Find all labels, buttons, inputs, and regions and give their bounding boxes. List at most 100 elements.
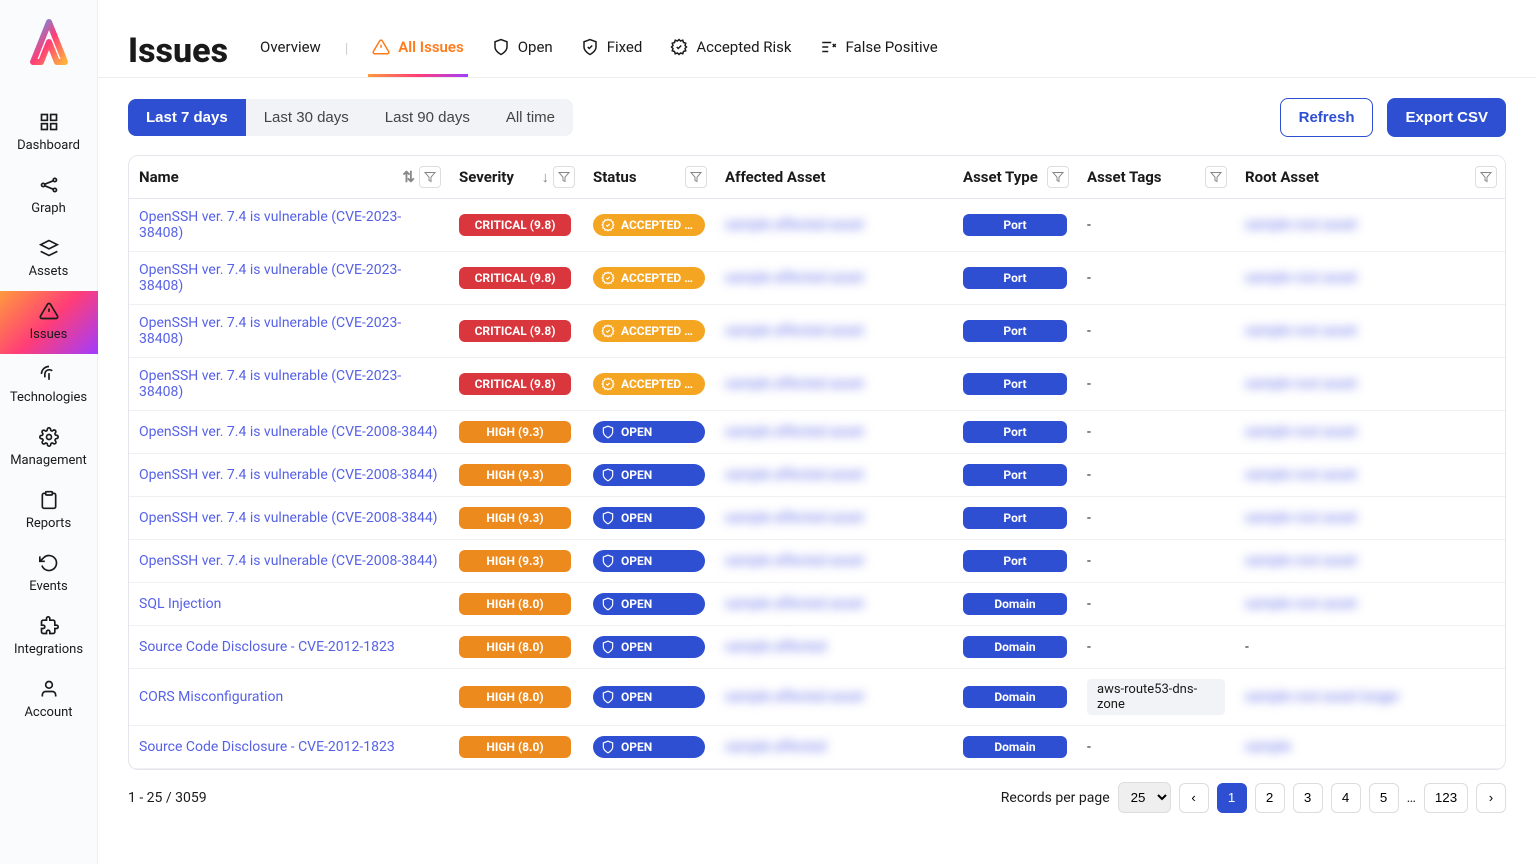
table-row[interactable]: OpenSSH ver. 7.4 is vulnerable (CVE-2023…	[129, 305, 1505, 358]
table-row[interactable]: OpenSSH ver. 7.4 is vulnerable (CVE-2023…	[129, 199, 1505, 252]
sort-icon[interactable]: ⇅	[402, 168, 415, 186]
asset-type-badge: Port	[963, 320, 1067, 342]
table-row[interactable]: SQL Injection HIGH (8.0) OPEN sample aff…	[129, 583, 1505, 626]
table-row[interactable]: OpenSSH ver. 7.4 is vulnerable (CVE-2023…	[129, 358, 1505, 411]
issue-link[interactable]: OpenSSH ver. 7.4 is vulnerable (CVE-2023…	[139, 315, 401, 347]
page-2[interactable]: 2	[1255, 783, 1285, 813]
page-prev[interactable]: ‹	[1179, 783, 1209, 813]
page-5[interactable]: 5	[1369, 783, 1399, 813]
page-next[interactable]: ›	[1476, 783, 1506, 813]
root-asset-cell: sample root asset	[1235, 454, 1505, 497]
tab-accepted-risk[interactable]: Accepted Risk	[666, 24, 795, 77]
issue-link[interactable]: OpenSSH ver. 7.4 is vulnerable (CVE-2008…	[139, 510, 438, 526]
table-row[interactable]: OpenSSH ver. 7.4 is vulnerable (CVE-2008…	[129, 411, 1505, 454]
page-1[interactable]: 1	[1217, 783, 1247, 813]
issue-link[interactable]: Source Code Disclosure - CVE-2012-1823	[139, 739, 395, 755]
table-row[interactable]: OpenSSH ver. 7.4 is vulnerable (CVE-2008…	[129, 497, 1505, 540]
tab-open[interactable]: Open	[488, 24, 557, 77]
tab-fixed[interactable]: Fixed	[577, 24, 647, 77]
asset-tags-cell: -	[1077, 454, 1235, 497]
table-row[interactable]: Source Code Disclosure - CVE-2012-1823 H…	[129, 726, 1505, 769]
graph-icon	[39, 175, 59, 195]
issue-link[interactable]: Source Code Disclosure - CVE-2012-1823	[139, 639, 395, 655]
sort-desc-icon[interactable]: ↓	[542, 168, 550, 186]
puzzle-icon	[39, 616, 59, 636]
col-root-asset[interactable]: Root Asset	[1235, 156, 1505, 199]
time-filter: Last 7 days Last 30 days Last 90 days Al…	[128, 99, 573, 136]
col-label: Root Asset	[1245, 168, 1319, 186]
app-logo	[25, 18, 73, 72]
status-badge: OPEN	[593, 550, 705, 572]
root-asset-blurred: sample root asset	[1245, 424, 1357, 440]
time-filter-30d[interactable]: Last 30 days	[246, 99, 367, 136]
page-last[interactable]: 123	[1424, 783, 1468, 813]
filter-icon[interactable]	[685, 166, 707, 188]
nav-events[interactable]: Events	[0, 543, 98, 606]
filter-icon[interactable]	[1475, 166, 1497, 188]
issue-link[interactable]: OpenSSH ver. 7.4 is vulnerable (CVE-2023…	[139, 209, 401, 241]
issue-link[interactable]: SQL Injection	[139, 596, 221, 612]
col-affected-asset[interactable]: Affected Asset	[715, 156, 953, 199]
time-filter-7d[interactable]: Last 7 days	[128, 99, 246, 136]
time-filter-all[interactable]: All time	[488, 99, 573, 136]
nav-issues[interactable]: Issues	[0, 291, 98, 354]
col-severity[interactable]: Severity↓	[449, 156, 583, 199]
filter-icon[interactable]	[1047, 166, 1069, 188]
nav-reports[interactable]: Reports	[0, 480, 98, 543]
refresh-button[interactable]: Refresh	[1280, 98, 1374, 137]
issues-table: Name⇅ Severity↓ Status Affected Asset As…	[128, 155, 1506, 770]
root-asset-cell: sample root asset	[1235, 411, 1505, 454]
tab-overview[interactable]: Overview	[256, 24, 325, 77]
asset-tags-cell: -	[1077, 252, 1235, 305]
status-badge: OPEN	[593, 593, 705, 615]
root-asset-blurred: sample	[1245, 739, 1291, 755]
page-4[interactable]: 4	[1331, 783, 1361, 813]
root-asset-cell: -	[1235, 626, 1505, 669]
affected-asset-blurred: sample affected asset	[725, 323, 864, 339]
table-row[interactable]: OpenSSH ver. 7.4 is vulnerable (CVE-2008…	[129, 540, 1505, 583]
col-asset-tags[interactable]: Asset Tags	[1077, 156, 1235, 199]
nav-management[interactable]: Management	[0, 417, 98, 480]
page-3[interactable]: 3	[1293, 783, 1323, 813]
asset-tags-cell: -	[1077, 626, 1235, 669]
shield-icon	[492, 38, 510, 56]
issue-link[interactable]: CORS Misconfiguration	[139, 689, 283, 705]
col-name[interactable]: Name⇅	[129, 156, 449, 199]
tab-label: Fixed	[607, 38, 643, 56]
filter-icon[interactable]	[419, 166, 441, 188]
asset-type-badge: Port	[963, 214, 1067, 236]
issue-link[interactable]: OpenSSH ver. 7.4 is vulnerable (CVE-2008…	[139, 553, 438, 569]
status-badge: OPEN	[593, 736, 705, 758]
nav-integrations[interactable]: Integrations	[0, 606, 98, 669]
status-badge: OPEN	[593, 464, 705, 486]
table-row[interactable]: OpenSSH ver. 7.4 is vulnerable (CVE-2008…	[129, 454, 1505, 497]
issue-link[interactable]: OpenSSH ver. 7.4 is vulnerable (CVE-2008…	[139, 424, 438, 440]
col-status[interactable]: Status	[583, 156, 715, 199]
severity-badge: HIGH (8.0)	[459, 686, 571, 708]
nav-assets[interactable]: Assets	[0, 228, 98, 291]
issue-link[interactable]: OpenSSH ver. 7.4 is vulnerable (CVE-2008…	[139, 467, 438, 483]
tab-all-issues[interactable]: All Issues	[368, 24, 467, 77]
rpp-select[interactable]: 25	[1118, 782, 1171, 813]
root-asset-blurred: sample root asset	[1245, 467, 1357, 483]
export-csv-button[interactable]: Export CSV	[1387, 98, 1506, 137]
nav-technologies[interactable]: Technologies	[0, 354, 98, 417]
table-row[interactable]: CORS Misconfiguration HIGH (8.0) OPEN sa…	[129, 669, 1505, 726]
time-filter-90d[interactable]: Last 90 days	[367, 99, 488, 136]
table-row[interactable]: OpenSSH ver. 7.4 is vulnerable (CVE-2023…	[129, 252, 1505, 305]
asset-type-badge: Port	[963, 464, 1067, 486]
table-footer: 1 - 25 / 3059 Records per page 25 ‹ 1 2 …	[98, 770, 1536, 813]
table-row[interactable]: Source Code Disclosure - CVE-2012-1823 H…	[129, 626, 1505, 669]
nav-graph[interactable]: Graph	[0, 165, 98, 228]
col-asset-type[interactable]: Asset Type	[953, 156, 1077, 199]
affected-asset-blurred: sample affected	[725, 639, 826, 655]
tab-false-positive[interactable]: False Positive	[816, 24, 942, 77]
nav-dashboard[interactable]: Dashboard	[0, 102, 98, 165]
nav-account[interactable]: Account	[0, 669, 98, 732]
filter-icon[interactable]	[1205, 166, 1227, 188]
issue-link[interactable]: OpenSSH ver. 7.4 is vulnerable (CVE-2023…	[139, 262, 401, 294]
asset-type-badge: Domain	[963, 636, 1067, 658]
issue-link[interactable]: OpenSSH ver. 7.4 is vulnerable (CVE-2023…	[139, 368, 401, 400]
filter-icon[interactable]	[553, 166, 575, 188]
affected-asset-blurred: sample affected asset	[725, 689, 864, 705]
